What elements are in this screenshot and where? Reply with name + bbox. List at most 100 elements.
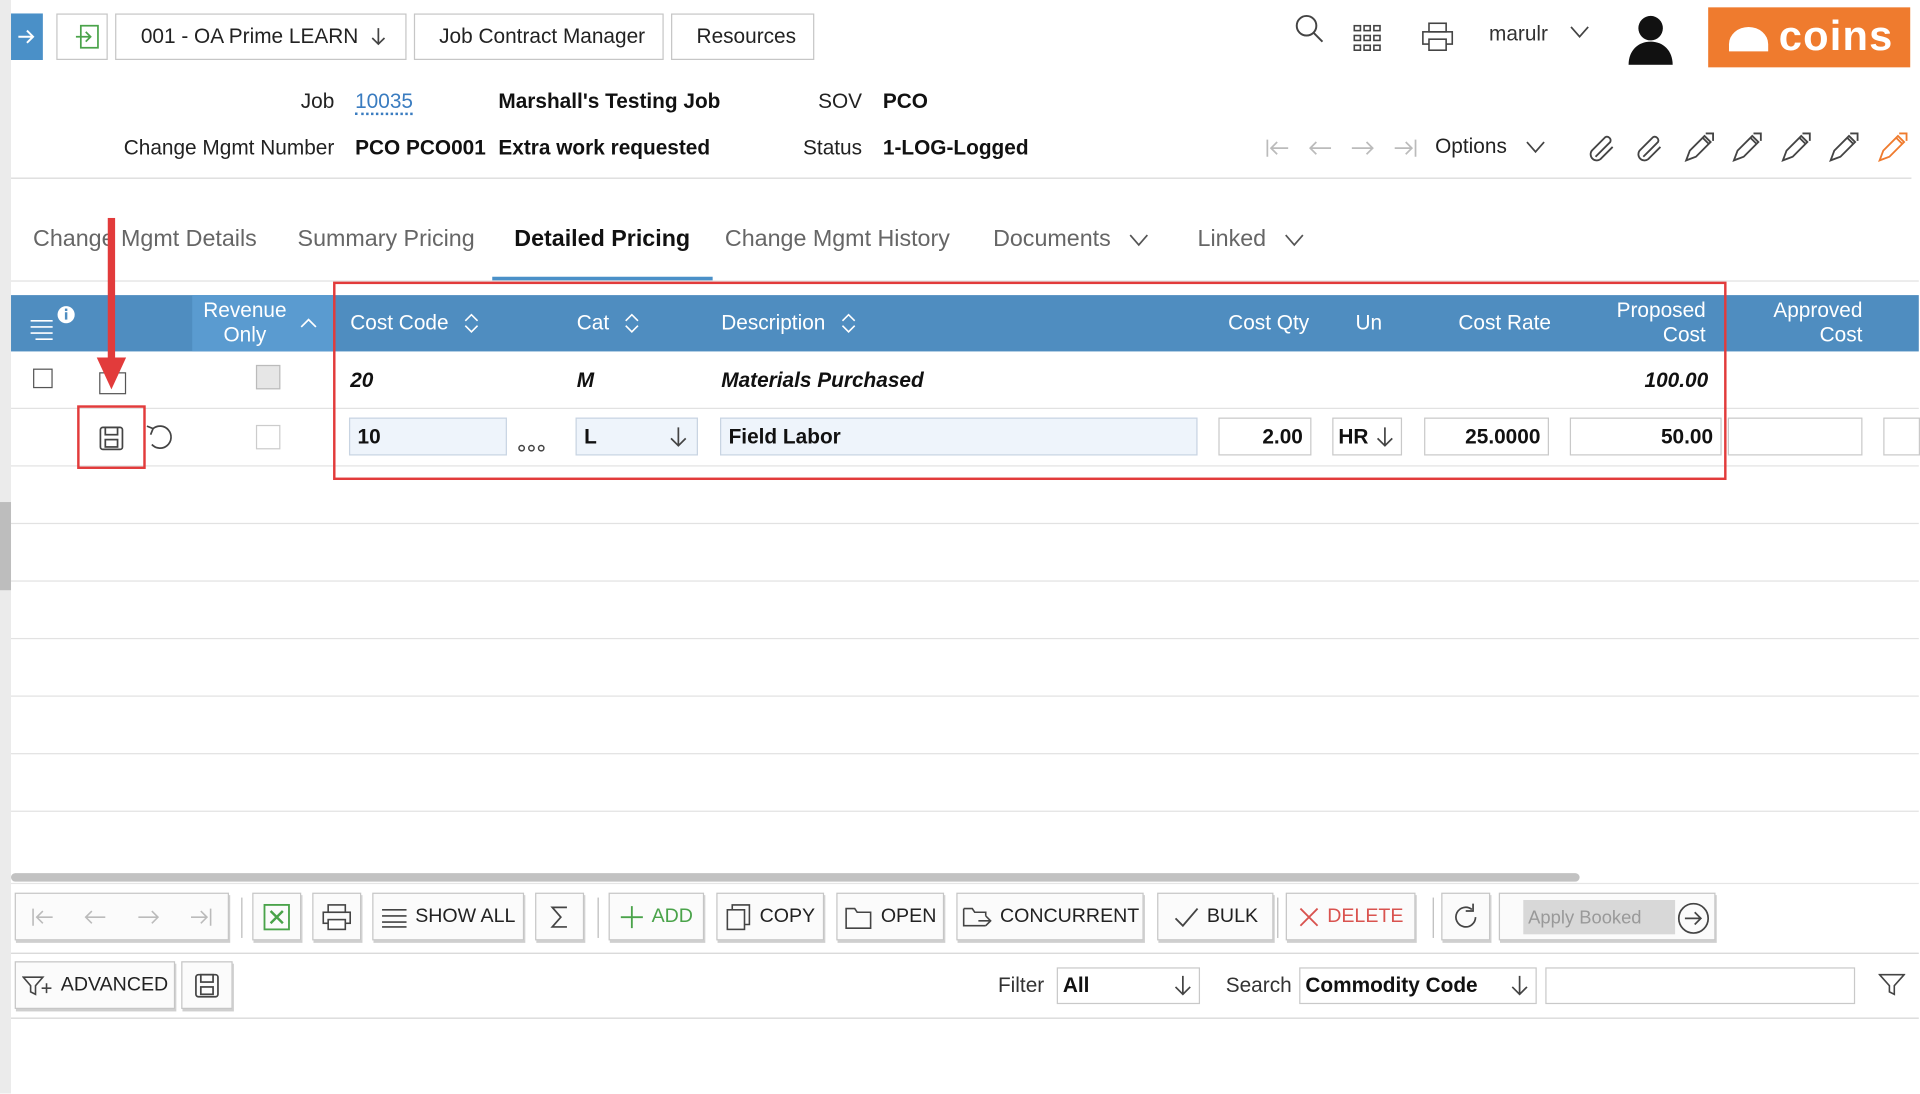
expand-menu-button[interactable]	[11, 13, 43, 61]
avatar[interactable]	[1624, 11, 1678, 65]
concurrent-button[interactable]: CONCURRENT	[956, 892, 1144, 941]
approved-cost-input[interactable]	[1727, 417, 1863, 456]
arrow-right-icon	[18, 29, 35, 44]
add-button[interactable]: ADD	[608, 892, 705, 941]
cost-rate-input[interactable]: 25.0000	[1424, 417, 1549, 456]
revenue-only-checkbox[interactable]	[255, 364, 281, 390]
last-icon[interactable]	[189, 906, 213, 928]
revenue-only-header[interactable]: Revenue Only	[192, 295, 334, 352]
note-button-4[interactable]	[1819, 129, 1867, 168]
print-button[interactable]	[1420, 21, 1454, 53]
cost-code-input[interactable]: 10	[348, 417, 507, 456]
cost-qty-input[interactable]: 2.00	[1218, 417, 1312, 456]
prev-record-button[interactable]	[1298, 132, 1341, 164]
job-number[interactable]: 10035	[355, 89, 413, 116]
sum-button[interactable]	[535, 892, 585, 941]
show-all-button[interactable]: SHOW ALL	[372, 892, 525, 941]
tab-documents[interactable]: Documents	[993, 200, 1150, 281]
tab-change-mgmt-history[interactable]: Change Mgmt History	[725, 200, 950, 281]
pager-buttons[interactable]	[14, 892, 229, 941]
cat-select[interactable]: L	[575, 417, 698, 456]
breadcrumb-section[interactable]: Resources	[670, 13, 815, 61]
search-field-select[interactable]: Commodity Code	[1299, 967, 1537, 1005]
note-button-3[interactable]	[1771, 129, 1819, 168]
first-record-button[interactable]	[1255, 132, 1298, 164]
note-button-5[interactable]	[1867, 129, 1915, 168]
proposed-cost-input[interactable]: 50.00	[1569, 417, 1722, 456]
table-row	[11, 754, 1919, 812]
description-input[interactable]: Field Labor	[720, 417, 1198, 456]
tab-detailed-pricing[interactable]: Detailed Pricing	[492, 200, 712, 281]
unit-select[interactable]: HR	[1332, 417, 1403, 456]
folder-arrow-icon	[962, 907, 992, 926]
save-filter-button[interactable]	[181, 961, 233, 1009]
note-button-2[interactable]	[1722, 129, 1770, 168]
apply-booked-input[interactable]: Apply Booked	[1523, 900, 1676, 935]
table-row[interactable]: 20 M Materials Purchased 100.00	[11, 351, 1919, 409]
cost-qty-header[interactable]: Cost Qty	[1228, 295, 1309, 351]
column-menu-button[interactable]	[28, 295, 77, 351]
proposed-cost-cell: 100.00	[1644, 368, 1709, 392]
login-icon	[75, 24, 99, 49]
unit-header[interactable]: Un	[1356, 295, 1383, 351]
cat-header[interactable]: Cat	[577, 295, 641, 351]
circle-arrow-right-icon	[1677, 902, 1710, 934]
revenue-only-header-line2: Only	[223, 323, 267, 347]
tab-summary-pricing[interactable]: Summary Pricing	[298, 200, 475, 281]
search-input[interactable]	[1545, 967, 1856, 1005]
row-select-checkbox[interactable]	[33, 368, 53, 389]
revenue-only-checkbox[interactable]	[255, 424, 281, 450]
attachment-button-2[interactable]	[1626, 129, 1674, 168]
undo-row-button[interactable]	[143, 421, 177, 460]
horizontal-scrollbar[interactable]	[11, 873, 1580, 882]
save-row-button[interactable]	[97, 424, 126, 461]
options-menu[interactable]: Options	[1435, 135, 1546, 159]
table-row	[11, 524, 1919, 582]
breadcrumb-company[interactable]: 001 - OA Prime LEARN	[115, 13, 407, 61]
job-number-link[interactable]: 10035	[355, 89, 413, 116]
breadcrumb-module[interactable]: Job Contract Manager	[413, 13, 664, 61]
open-button[interactable]: OPEN	[836, 892, 945, 941]
print-grid-button[interactable]	[312, 892, 362, 941]
user-menu[interactable]: marulr	[1489, 22, 1591, 46]
table-row	[11, 639, 1919, 697]
arrow-down-icon	[371, 28, 385, 46]
first-icon[interactable]	[30, 906, 54, 928]
open-label: OPEN	[880, 905, 937, 927]
side-grip[interactable]	[0, 502, 12, 591]
tab-linked[interactable]: Linked	[1198, 200, 1306, 281]
arrow-right-icon	[1351, 141, 1374, 155]
refresh-button[interactable]	[1441, 892, 1491, 941]
filter-select[interactable]: All	[1056, 967, 1201, 1005]
apply-booked-go-button[interactable]	[1676, 901, 1710, 943]
pencil-expand-icon	[1780, 132, 1811, 162]
breadcrumb-login[interactable]	[56, 13, 108, 61]
cost-code-lookup-button[interactable]	[518, 432, 545, 460]
proposed-cost-header[interactable]: Proposed Cost	[1603, 295, 1706, 351]
description-header[interactable]: Description	[721, 295, 857, 351]
arrow-left-icon[interactable]	[83, 906, 107, 928]
proposed-cost-header-line1: Proposed	[1616, 298, 1706, 323]
advanced-filter-button[interactable]: ADVANCED	[14, 961, 176, 1009]
cost-rate-header[interactable]: Cost Rate	[1458, 295, 1551, 351]
job-name: Marshall's Testing Job	[498, 89, 721, 113]
tab-change-mgmt-details[interactable]: Change Mgmt Details	[33, 200, 257, 281]
last-record-button[interactable]	[1384, 132, 1427, 164]
approved-cost-header[interactable]: Approved Cost	[1762, 295, 1862, 351]
arrow-right-icon[interactable]	[136, 906, 160, 928]
attachment-button[interactable]	[1577, 129, 1625, 168]
last-icon	[1394, 139, 1416, 157]
next-column-input[interactable]	[1883, 417, 1920, 456]
cost-code-header[interactable]: Cost Code	[350, 295, 480, 351]
apply-filter-button[interactable]	[1877, 972, 1906, 1004]
note-button-1[interactable]	[1674, 129, 1722, 168]
next-record-button[interactable]	[1341, 132, 1384, 164]
search-button[interactable]	[1293, 12, 1325, 44]
paperclip-icon	[1589, 135, 1614, 162]
delete-button[interactable]: DELETE	[1285, 892, 1416, 941]
table-row-editing[interactable]: 10 L Field Labor 2.00 HR 25.0000 50.00	[11, 409, 1920, 467]
apps-button[interactable]	[1352, 23, 1384, 52]
export-excel-button[interactable]	[252, 892, 302, 941]
copy-button[interactable]: COPY	[716, 892, 825, 941]
bulk-button[interactable]: BULK	[1157, 892, 1274, 941]
